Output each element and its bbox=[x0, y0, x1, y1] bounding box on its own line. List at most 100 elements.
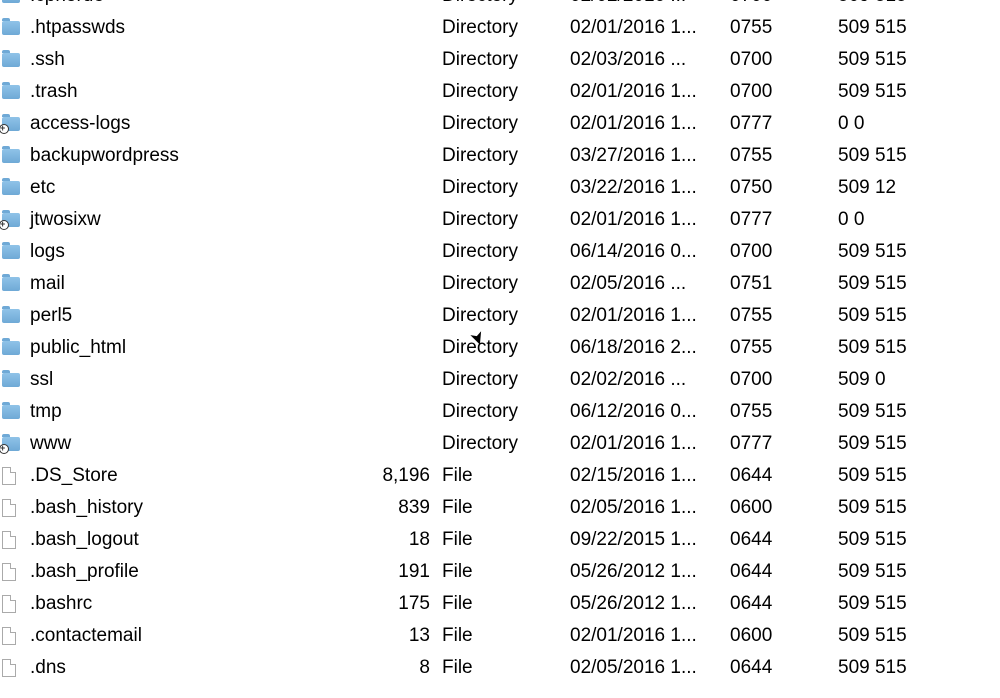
file-size: 191 bbox=[358, 561, 438, 583]
file-row[interactable]: .trashDirectory02/01/2016 1...0700509 51… bbox=[0, 76, 1000, 108]
file-size: 175 bbox=[358, 593, 438, 615]
file-row[interactable]: .contactemail13File02/01/2016 1...060050… bbox=[0, 620, 1000, 652]
file-name: .bash_profile bbox=[28, 561, 358, 583]
file-icon bbox=[2, 499, 16, 517]
file-row[interactable]: mailDirectory02/05/2016 ...0751509 515 bbox=[0, 268, 1000, 300]
file-row[interactable]: .bash_history839File02/05/2016 1...06005… bbox=[0, 492, 1000, 524]
folder-icon bbox=[2, 373, 20, 387]
file-name: .bash_history bbox=[28, 497, 358, 519]
file-permissions: 0644 bbox=[726, 529, 834, 551]
file-type: File bbox=[438, 529, 566, 551]
file-date: 02/01/2016 1... bbox=[566, 305, 726, 327]
file-row[interactable]: public_html Directory06/18/2016 2...07555… bbox=[0, 332, 1000, 364]
file-row[interactable]: etcDirectory03/22/2016 1...0750509 12 bbox=[0, 172, 1000, 204]
file-name: access-logs bbox=[28, 113, 358, 135]
file-size: 8,196 bbox=[358, 465, 438, 487]
file-row[interactable]: .bash_logout18File09/22/2015 1...0644509… bbox=[0, 524, 1000, 556]
file-row[interactable]: +wwwDirectory02/01/2016 1...0777509 515 bbox=[0, 428, 1000, 460]
file-date: 06/18/2016 2... bbox=[566, 337, 726, 359]
file-permissions: 0755 bbox=[726, 337, 834, 359]
file-type: Directory bbox=[438, 209, 566, 231]
file-permissions: 0700 bbox=[726, 241, 834, 263]
file-row[interactable]: .bash_profile191File05/26/2012 1...06445… bbox=[0, 556, 1000, 588]
file-type: Directory bbox=[438, 305, 566, 327]
file-permissions: 0700 bbox=[726, 81, 834, 103]
file-name: .ssh bbox=[28, 49, 358, 71]
folder-icon bbox=[2, 245, 20, 259]
file-date: 06/12/2016 0... bbox=[566, 401, 726, 423]
file-owner: 509 515 bbox=[834, 497, 1000, 519]
file-row[interactable]: logsDirectory06/14/2016 0...0700509 515 bbox=[0, 236, 1000, 268]
file-owner: 509 515 bbox=[834, 337, 1000, 359]
file-name: jtwosixw bbox=[28, 209, 358, 231]
file-type: Directory bbox=[438, 81, 566, 103]
file-name: .cphorde bbox=[28, 0, 358, 7]
file-type: Directory bbox=[438, 0, 566, 7]
file-permissions: 0644 bbox=[726, 465, 834, 487]
file-owner: 509 12 bbox=[834, 177, 1000, 199]
file-permissions: 0755 bbox=[726, 17, 834, 39]
file-name: etc bbox=[28, 177, 358, 199]
file-date: 02/15/2016 1... bbox=[566, 465, 726, 487]
file-row[interactable]: sslDirectory02/02/2016 ...0700509 0 bbox=[0, 364, 1000, 396]
file-date: 02/01/2016 1... bbox=[566, 17, 726, 39]
file-date: 03/22/2016 1... bbox=[566, 177, 726, 199]
folder-icon bbox=[2, 341, 20, 355]
file-date: 02/01/2016 1... bbox=[566, 433, 726, 455]
file-row[interactable]: .bashrc175File05/26/2012 1...0644509 515 bbox=[0, 588, 1000, 620]
folder-icon bbox=[2, 181, 20, 195]
file-size: 839 bbox=[358, 497, 438, 519]
file-date: 03/27/2016 1... bbox=[566, 145, 726, 167]
file-date: 02/05/2016 1... bbox=[566, 657, 726, 679]
file-owner: 509 515 bbox=[834, 465, 1000, 487]
file-row[interactable]: +jtwosixwDirectory02/01/2016 1...07770 0 bbox=[0, 204, 1000, 236]
file-date: 02/01/2016 1... bbox=[566, 625, 726, 647]
file-owner: 509 515 bbox=[834, 17, 1000, 39]
file-permissions: 0644 bbox=[726, 593, 834, 615]
file-type: Directory bbox=[438, 113, 566, 135]
file-owner: 509 515 bbox=[834, 273, 1000, 295]
file-permissions: 0600 bbox=[726, 497, 834, 519]
file-icon bbox=[2, 595, 16, 613]
file-date: 02/02/2016 ... bbox=[566, 0, 726, 7]
file-permissions: 0751 bbox=[726, 273, 834, 295]
file-row[interactable]: .htpasswdsDirectory02/01/2016 1...075550… bbox=[0, 12, 1000, 44]
file-type: File bbox=[438, 593, 566, 615]
file-row[interactable]: +access-logsDirectory02/01/2016 1...0777… bbox=[0, 108, 1000, 140]
file-date: 05/26/2012 1... bbox=[566, 561, 726, 583]
file-name: public_html bbox=[28, 337, 358, 359]
file-owner: 509 0 bbox=[834, 369, 1000, 391]
file-owner: 509 515 bbox=[834, 401, 1000, 423]
file-row[interactable]: .sshDirectory02/03/2016 ...0700509 515 bbox=[0, 44, 1000, 76]
file-name: .dns bbox=[28, 657, 358, 679]
file-row[interactable]: .dns8File02/05/2016 1...0644509 515 bbox=[0, 652, 1000, 684]
folder-icon bbox=[2, 0, 20, 3]
file-name: .contactemail bbox=[28, 625, 358, 647]
file-owner: 509 515 bbox=[834, 561, 1000, 583]
file-row[interactable]: perl5Directory02/01/2016 1...0755509 515 bbox=[0, 300, 1000, 332]
file-owner: 509 515 bbox=[834, 529, 1000, 551]
file-type: File bbox=[438, 657, 566, 679]
file-row[interactable]: tmpDirectory06/12/2016 0...0755509 515 bbox=[0, 396, 1000, 428]
file-name: tmp bbox=[28, 401, 358, 423]
file-permissions: 0700 bbox=[726, 369, 834, 391]
file-owner: 509 515 bbox=[834, 433, 1000, 455]
file-date: 05/26/2012 1... bbox=[566, 593, 726, 615]
file-row[interactable]: backupwordpressDirectory03/27/2016 1...0… bbox=[0, 140, 1000, 172]
file-date: 09/22/2015 1... bbox=[566, 529, 726, 551]
file-permissions: 0755 bbox=[726, 305, 834, 327]
file-permissions: 0755 bbox=[726, 401, 834, 423]
file-owner: 0 0 bbox=[834, 209, 1000, 231]
file-owner: 0 0 bbox=[834, 113, 1000, 135]
file-type: Directory bbox=[438, 337, 566, 359]
file-row[interactable]: .cphordeDirectory02/02/2016 ...0700509 5… bbox=[0, 0, 1000, 12]
file-type: Directory bbox=[438, 273, 566, 295]
file-owner: 509 515 bbox=[834, 625, 1000, 647]
file-name: ssl bbox=[28, 369, 358, 391]
file-date: 02/01/2016 1... bbox=[566, 209, 726, 231]
file-owner: 509 515 bbox=[834, 593, 1000, 615]
file-icon bbox=[2, 659, 16, 677]
folder-icon bbox=[2, 277, 20, 291]
file-row[interactable]: .DS_Store8,196File02/15/2016 1...0644509… bbox=[0, 460, 1000, 492]
folder-icon bbox=[2, 309, 20, 323]
